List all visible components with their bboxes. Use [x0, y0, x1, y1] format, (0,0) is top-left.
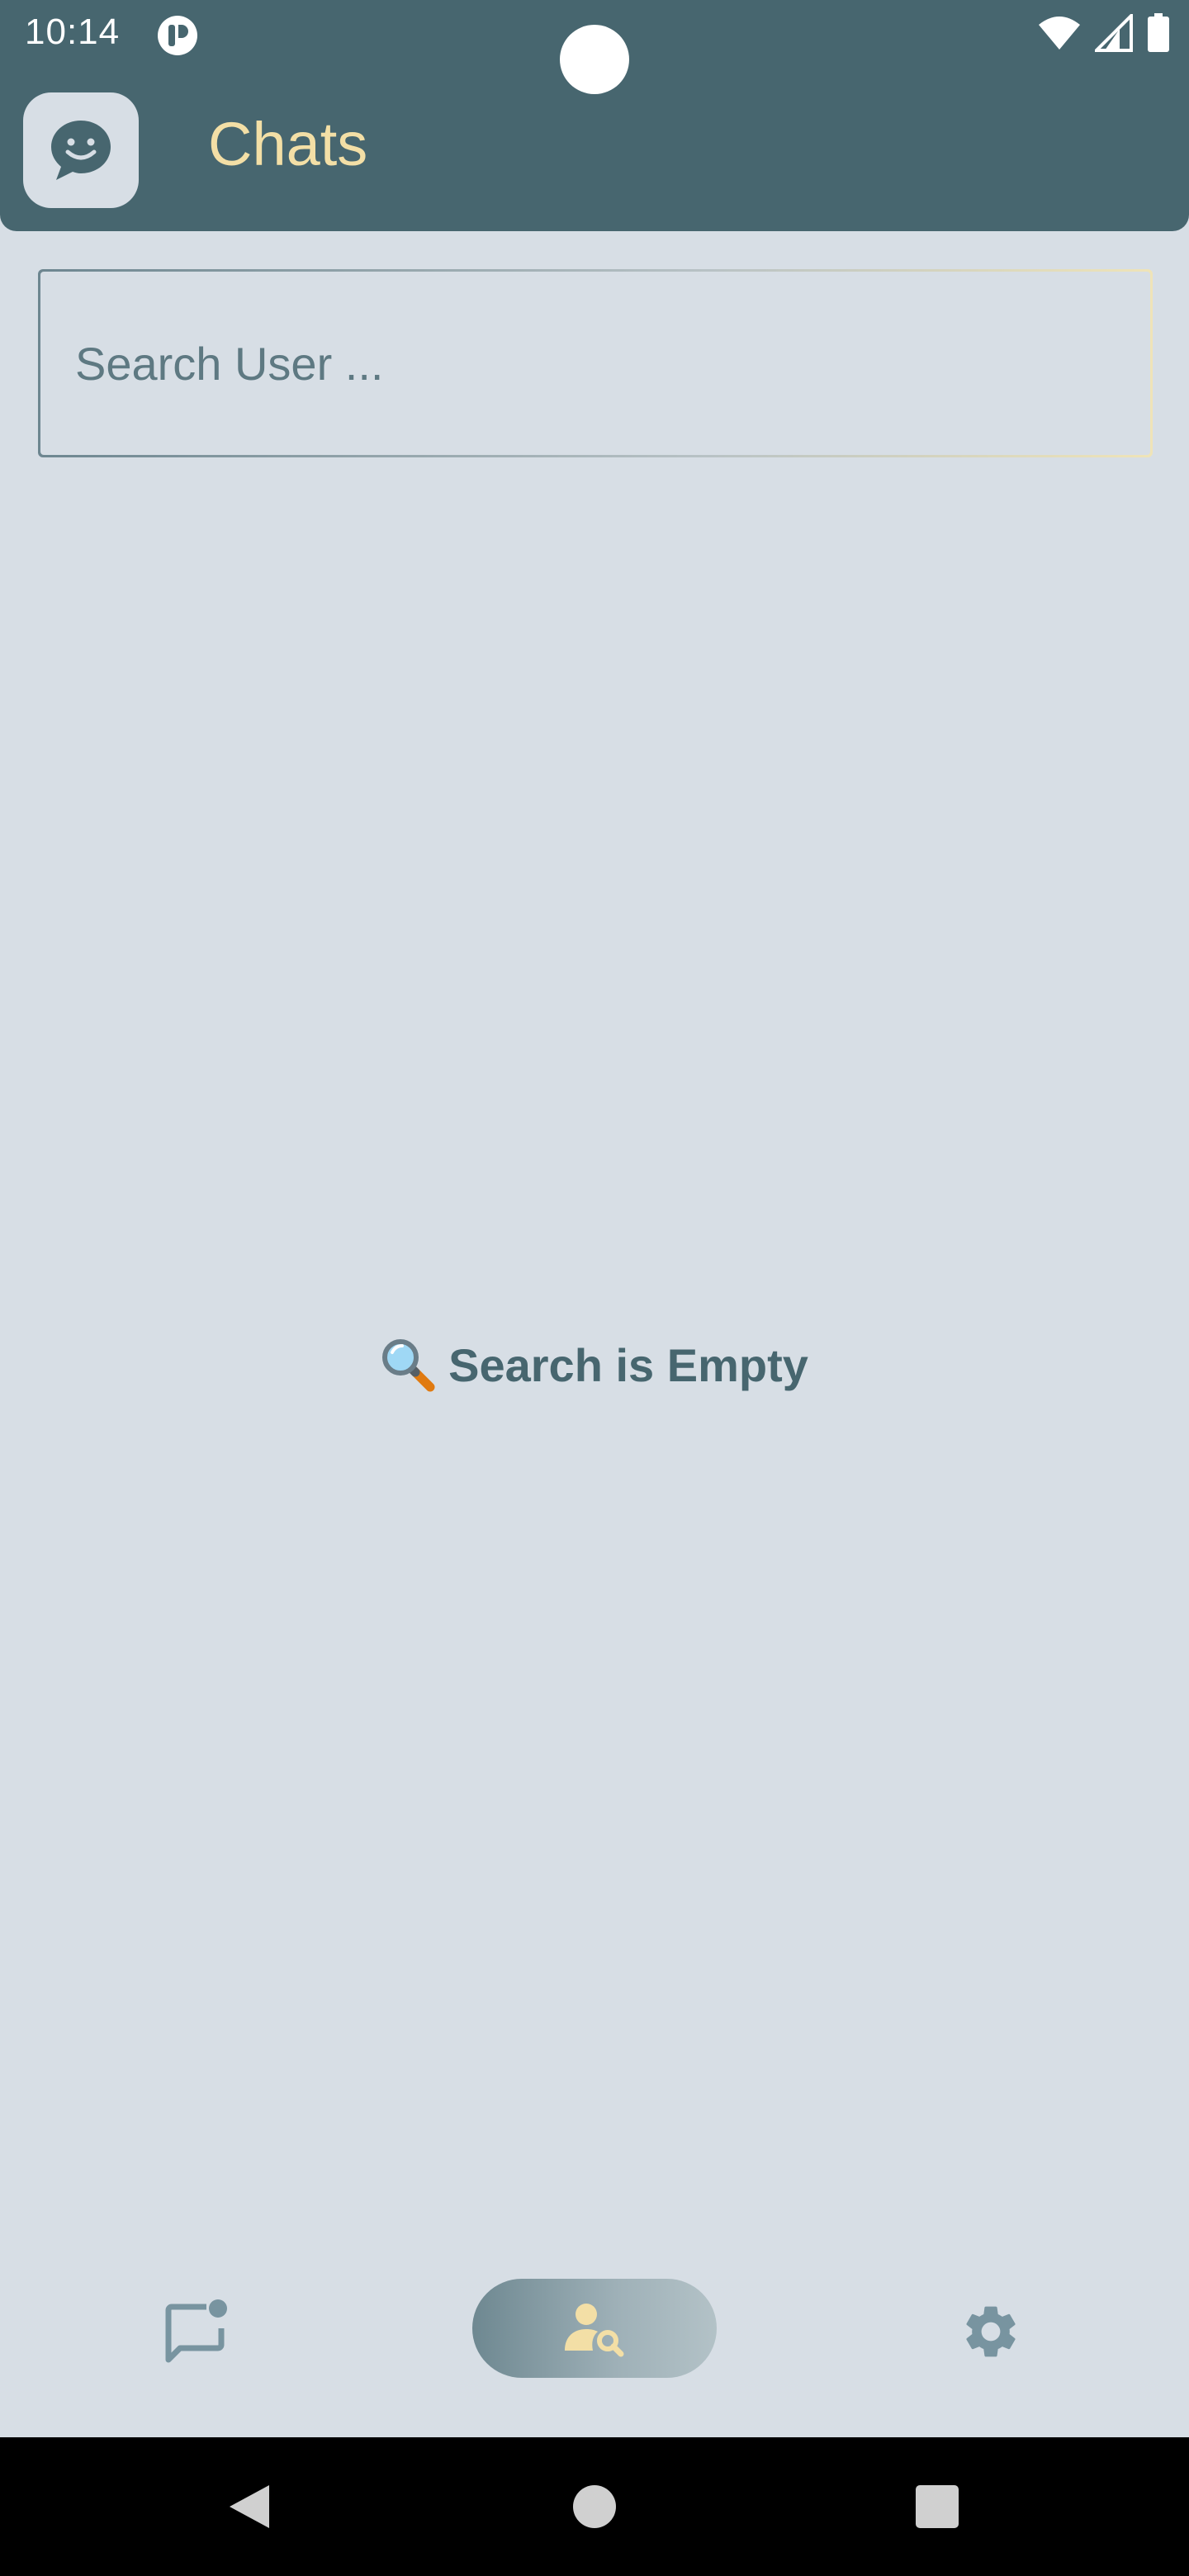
system-home-button[interactable]	[561, 2437, 628, 2576]
empty-state-message: Search is Empty	[448, 1338, 808, 1391]
bottom-nav	[0, 2262, 1189, 2436]
notification-app-icon	[158, 16, 197, 55]
person-search-icon	[565, 2304, 624, 2357]
back-triangle-icon	[230, 2485, 269, 2528]
search-field[interactable]	[38, 269, 1153, 457]
app-header: 10:14 Chats	[0, 0, 1189, 231]
cell-signal-icon	[1095, 14, 1133, 52]
home-circle-icon	[573, 2485, 616, 2528]
chat-notification-icon	[165, 2299, 227, 2363]
nav-settings[interactable]	[950, 2290, 1032, 2373]
wifi-icon	[1039, 17, 1080, 50]
magnifier-emoji-icon	[382, 1339, 435, 1392]
page-title: Chats	[208, 110, 368, 178]
status-icons	[1037, 13, 1171, 53]
gear-icon	[966, 2306, 1016, 2357]
app-logo[interactable]	[23, 92, 139, 208]
system-nav-bar	[0, 2437, 1189, 2576]
recents-square-icon	[916, 2485, 959, 2528]
empty-state: Search is Empty	[0, 1338, 1189, 1392]
battery-icon	[1148, 13, 1169, 52]
nav-chats[interactable]	[157, 2290, 239, 2373]
status-time: 10:14	[25, 12, 121, 52]
camera-cutout	[560, 25, 629, 94]
search-field-inner	[40, 272, 1150, 455]
system-back-button[interactable]	[216, 2437, 282, 2576]
app-screen: 10:14 Chats Search User ... Search is Em…	[0, 0, 1189, 2576]
system-recents-button[interactable]	[904, 2437, 970, 2576]
chat-smile-icon	[51, 121, 111, 180]
search-input[interactable]	[75, 336, 1150, 391]
nav-search-users[interactable]	[472, 2279, 717, 2378]
